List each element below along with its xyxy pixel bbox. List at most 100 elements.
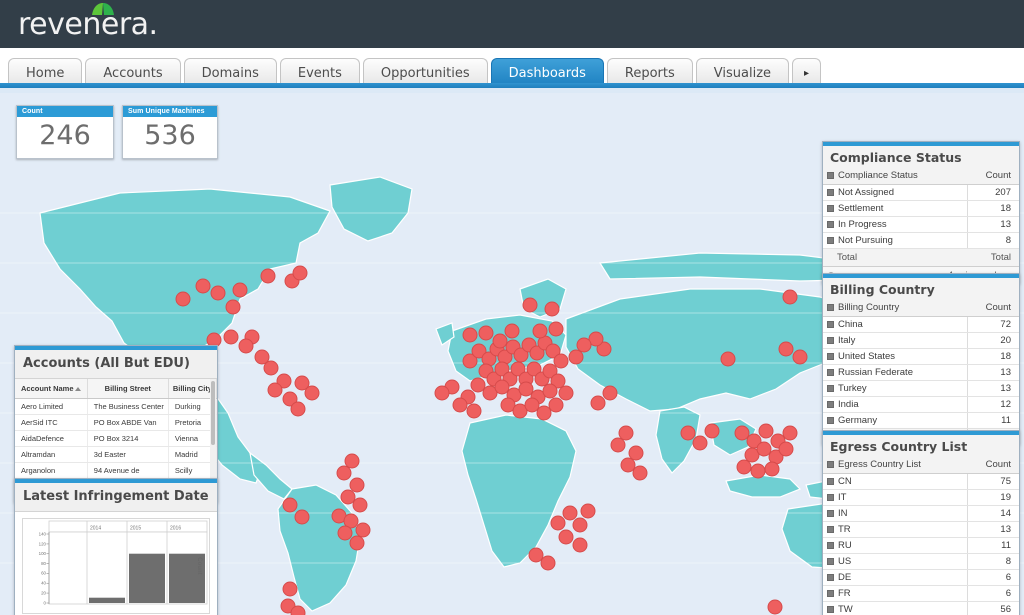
checkbox-icon[interactable] <box>827 321 834 328</box>
table-row[interactable]: India12 <box>823 397 1019 413</box>
panel-billing-country: Billing Country Billing Country Count Ch… <box>822 273 1020 445</box>
table-row[interactable]: IT19 <box>823 490 1019 506</box>
row-label: Italy <box>823 333 967 349</box>
table-row[interactable]: RU11 <box>823 538 1019 554</box>
checkbox-icon[interactable] <box>827 237 834 244</box>
checkbox-icon[interactable] <box>827 417 834 424</box>
row-label: In Progress <box>823 217 967 233</box>
row-label: RU <box>823 538 967 554</box>
ytick-100: 100 <box>39 551 47 556</box>
column-header-billing-street[interactable]: Billing Street <box>87 379 168 399</box>
panel-compliance-status: Compliance Status Compliance Status Coun… <box>822 141 1020 284</box>
checkbox-icon[interactable] <box>827 526 834 533</box>
total-label: Total <box>823 249 967 267</box>
checkbox-icon[interactable] <box>827 574 834 581</box>
row-count: 75 <box>967 474 1019 490</box>
checkbox-icon[interactable] <box>827 189 834 196</box>
checkbox-icon[interactable] <box>827 205 834 212</box>
checkbox-icon[interactable] <box>827 494 834 501</box>
ytick-40: 40 <box>41 581 46 586</box>
table-header-row: Billing Country Count <box>823 300 1019 317</box>
row-label: IN <box>823 506 967 522</box>
row-count: 11 <box>967 538 1019 554</box>
table-header-row: Account Name Billing Street Billing City <box>15 379 217 399</box>
kpi-count[interactable]: Count 246 <box>16 105 114 159</box>
table-row[interactable]: AidaDefence PO Box 3214 Vienna <box>15 431 217 447</box>
table-row[interactable]: Italy20 <box>823 333 1019 349</box>
billing-col-count: Count <box>967 300 1019 317</box>
table-row[interactable]: Aero Limited The Business Center Durking <box>15 399 217 415</box>
checkbox-icon[interactable] <box>827 590 834 597</box>
column-header-account-name[interactable]: Account Name <box>15 379 87 399</box>
table-total-row: Total Total <box>823 249 1019 267</box>
checkbox-icon[interactable] <box>827 337 834 344</box>
table-row[interactable]: Altramdan 3d Easter Madrid <box>15 447 217 463</box>
compliance-status-table: Compliance Status Count Not Assigned 207… <box>823 168 1019 283</box>
row-label: Settlement <box>823 201 967 217</box>
checkbox-icon[interactable] <box>827 172 834 179</box>
logo-text: revenera. <box>18 7 158 42</box>
kpi-sum-unique-machines[interactable]: Sum Unique Machines 536 <box>122 105 218 159</box>
row-label: CN <box>823 474 967 490</box>
table-row[interactable]: China72 <box>823 317 1019 333</box>
category-label-2016: 2016 <box>170 526 181 532</box>
scrollbar-thumb[interactable] <box>211 381 215 445</box>
billing-country-table: Billing Country Count China72 Italy20 Un… <box>823 300 1019 444</box>
row-count: 13 <box>967 365 1019 381</box>
row-label: Turkey <box>823 381 967 397</box>
table-row[interactable]: TR13 <box>823 522 1019 538</box>
cell-billing-street: 3d Easter <box>87 447 168 463</box>
table-row[interactable]: In Progress 13 <box>823 217 1019 233</box>
table-row[interactable]: FR6 <box>823 586 1019 602</box>
row-label: TW <box>823 602 967 615</box>
egress-country-table: Egress Country List Count CN75 IT19 IN14… <box>823 457 1019 615</box>
table-row[interactable]: Not Assigned 207 <box>823 185 1019 201</box>
table-row[interactable]: Not Pursuing 8 <box>823 233 1019 249</box>
table-row[interactable]: Germany11 <box>823 413 1019 429</box>
row-count: 18 <box>967 201 1019 217</box>
row-label: US <box>823 554 967 570</box>
checkbox-icon[interactable] <box>827 510 834 517</box>
kpi-count-value: 246 <box>17 117 113 158</box>
checkbox-icon[interactable] <box>827 606 834 613</box>
table-row[interactable]: US8 <box>823 554 1019 570</box>
table-row[interactable]: CN75 <box>823 474 1019 490</box>
table-row[interactable]: Russian Federate13 <box>823 365 1019 381</box>
billing-country-title: Billing Country <box>823 278 1019 300</box>
ytick-140: 140 <box>39 532 47 537</box>
row-count: 207 <box>967 185 1019 201</box>
row-count: 18 <box>967 349 1019 365</box>
infringement-bar-chart[interactable]: 2014 2015 2016 140 120 100 80 60 40 20 <box>22 518 210 614</box>
kpi-sum-unique-machines-title: Sum Unique Machines <box>123 106 217 117</box>
checkbox-icon[interactable] <box>827 478 834 485</box>
checkbox-icon[interactable] <box>827 304 834 311</box>
table-row[interactable]: AerSid ITC PO Box ABDE Van Pretoria <box>15 415 217 431</box>
table-row[interactable]: United States18 <box>823 349 1019 365</box>
brand-header: revenera. <box>0 0 1024 48</box>
table-row[interactable]: Turkey13 <box>823 381 1019 397</box>
table-row[interactable]: TW56 <box>823 602 1019 615</box>
checkbox-icon[interactable] <box>827 369 834 376</box>
accounts-vertical-scrollbar[interactable] <box>210 379 216 479</box>
table-row[interactable]: Settlement 18 <box>823 201 1019 217</box>
row-label: IT <box>823 490 967 506</box>
infringement-title: Latest Infringement Date <box>15 483 217 512</box>
cell-billing-street: PO Box 3214 <box>87 431 168 447</box>
row-label: Germany <box>823 413 967 429</box>
table-row[interactable]: DE6 <box>823 570 1019 586</box>
checkbox-icon[interactable] <box>827 401 834 408</box>
compliance-col-label: Compliance Status <box>823 168 967 185</box>
checkbox-icon[interactable] <box>827 221 834 228</box>
row-label: Not Assigned <box>823 185 967 201</box>
checkbox-icon[interactable] <box>827 558 834 565</box>
table-row[interactable]: Arganolon 94 Avenue de Scilly <box>15 463 217 479</box>
checkbox-icon[interactable] <box>827 353 834 360</box>
logo[interactable]: revenera. <box>18 7 158 42</box>
row-label: China <box>823 317 967 333</box>
row-count: 72 <box>967 317 1019 333</box>
checkbox-icon[interactable] <box>827 542 834 549</box>
checkbox-icon[interactable] <box>827 385 834 392</box>
checkbox-icon[interactable] <box>827 461 834 468</box>
table-row[interactable]: IN14 <box>823 506 1019 522</box>
row-count: 6 <box>967 570 1019 586</box>
